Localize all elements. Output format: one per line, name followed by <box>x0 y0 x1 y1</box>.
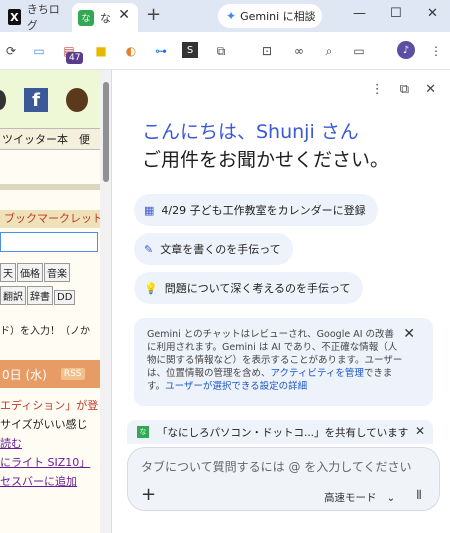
calendar-plus-icon: ▦ <box>144 203 155 217</box>
article-link[interactable]: にライト SIZ10」 <box>0 453 98 472</box>
tab-strip: X きちログ な な ✕ + ✦ Gemini に相談 — ☐ ✕ <box>0 0 450 32</box>
extension-tab-icon[interactable]: ▭ <box>30 42 48 60</box>
window-close-icon[interactable]: ✕ <box>427 6 438 21</box>
greeting-title: こんにちは、Shunji さん <box>142 121 359 143</box>
greeting-subtitle: ご用件をお聞かせください。 <box>142 149 390 171</box>
date-text: 0日 (水) <box>2 367 47 382</box>
article-line[interactable]: エディション」が登 <box>0 396 98 415</box>
tab-kichilog[interactable]: X きちログ <box>4 3 62 32</box>
more-options-icon[interactable]: ⋮ <box>371 82 384 97</box>
minimize-icon[interactable]: — <box>353 6 366 21</box>
gemini-button[interactable]: ✦ Gemini に相談 <box>218 4 322 28</box>
pen-sparkle-icon: ✎ <box>144 242 154 256</box>
rss-button[interactable]: RSS <box>60 368 85 380</box>
close-panel-icon[interactable]: ✕ <box>425 82 436 97</box>
tab-label: な <box>100 11 111 25</box>
article-lines: エディション」が登 サイズがいい感じ 読む にライト SIZ10」 セスバーに追… <box>0 396 98 491</box>
scrollbar-thumb[interactable] <box>103 82 109 182</box>
site-nav[interactable]: ツイッター本 便 <box>0 128 100 150</box>
tab-active[interactable]: な な ✕ <box>72 3 138 32</box>
page-scrollbar[interactable] <box>100 70 111 533</box>
chip-label: 文章を書くのを手伝って <box>160 243 281 256</box>
suggestion-chip-thinking[interactable]: 💡 問題について深く考えるのを手伝って <box>134 272 363 304</box>
extension-blue-icon[interactable]: ⊶ <box>152 42 170 60</box>
prompt-input[interactable]: タブについて質問するには @ を入力してください <box>141 458 412 475</box>
chip-label: 問題について深く考えるのを手伝って <box>164 282 351 295</box>
site-favicon-icon: な <box>137 426 149 438</box>
voice-input-icon[interactable]: ⦀ <box>408 484 430 506</box>
activity-link[interactable]: アクティビティを管理 <box>271 368 364 379</box>
search-button[interactable]: 天 <box>0 263 16 282</box>
hint-text: ド）を入力！（ノか <box>0 326 90 337</box>
screenshot-icon[interactable]: ⊡ <box>258 42 276 60</box>
extensions-puzzle-icon[interactable]: ⧉ <box>212 42 230 60</box>
suggestion-chip-writing[interactable]: ✎ 文章を書くのを手伝って <box>134 233 293 265</box>
suggestion-chip-calendar[interactable]: ▦ 4/29 子ども工作教室をカレンダーに登録 <box>134 194 378 226</box>
article-line: サイズがいい感じ <box>0 418 88 431</box>
article-link[interactable]: セスバーに追加 <box>0 472 98 491</box>
gemini-button-label: Gemini に相談 <box>240 10 316 23</box>
close-tab-icon[interactable]: ✕ <box>118 7 130 23</box>
panel-header: ⋮ ⧉ ✕ <box>371 82 436 97</box>
social-icons-bar: f <box>0 70 100 128</box>
maximize-icon[interactable]: ☐ <box>390 6 402 21</box>
site-favicon-icon: な <box>78 9 94 26</box>
privacy-notice: Gemini とのチャットはレビューされ、Google AI の改善に利用されま… <box>134 318 433 406</box>
read-more-link[interactable]: 読む <box>0 434 98 453</box>
extension-note-icon[interactable]: ■ <box>92 42 110 60</box>
link-icon[interactable]: ∞ <box>290 42 308 60</box>
gemini-panel: ⋮ ⧉ ✕ こんにちは、Shunji さん ご用件をお聞かせください。 ▦ 4/… <box>113 70 450 533</box>
chevron-down-icon: ⌄ <box>379 492 396 504</box>
tab-label: きちログ <box>26 3 60 32</box>
sharing-tab-bar: な 「なにしろパソコン・ドットコ...」を共有しています ✕ <box>127 420 433 444</box>
reload-icon[interactable]: ⟳ <box>2 42 20 60</box>
search-button[interactable]: 辞書 <box>27 286 53 305</box>
search-button[interactable]: 翻訳 <box>0 286 26 305</box>
lightbulb-icon: 💡 <box>144 281 158 295</box>
extension-s-icon[interactable]: S <box>182 42 198 58</box>
date-header: 0日 (水) RSS <box>0 360 100 388</box>
popout-icon[interactable]: ⧉ <box>400 82 409 97</box>
cast-icon[interactable]: ▭ <box>350 42 368 60</box>
new-tab-button[interactable]: + <box>146 4 161 25</box>
extension-orange-icon[interactable]: ◐ <box>122 42 140 60</box>
bookmarklet-link[interactable]: ブックマークレット > <box>0 210 111 228</box>
search-page-icon[interactable]: ⌕ <box>320 42 338 60</box>
avatar[interactable]: ♪ <box>397 41 415 59</box>
sharing-text: 「なにしろパソコン・ドットコ...」を共有しています <box>157 426 409 439</box>
divider <box>0 184 100 190</box>
menu-more-icon[interactable]: ⋮ <box>427 42 445 60</box>
prompt-box: タブについて質問するには @ を入力してください + 高速モード ⌄ ⦀ <box>127 447 440 511</box>
x-icon: X <box>8 9 21 25</box>
extension-badge: 47 <box>66 52 84 64</box>
search-buttons: 天価格 音楽 翻訳 辞書 DD <box>0 263 100 309</box>
dark-round-icon[interactable] <box>0 90 6 110</box>
search-button[interactable]: DD <box>54 290 76 305</box>
mode-label: 高速モード <box>324 492 377 504</box>
site-search-input[interactable] <box>0 232 98 252</box>
browser-toolbar: ⟳ ▭ ▤ 47 ■ ◐ ⊶ S ⧉ ⊡ ∞ ⌕ ▭ ⋮ <box>0 32 450 70</box>
gemini-spark-icon: ✦ <box>226 9 237 23</box>
dismiss-notice-icon[interactable]: ✕ <box>403 327 415 341</box>
chip-label: 4/29 子ども工作教室をカレンダーに登録 <box>161 204 366 217</box>
web-page: f ツイッター本 便 ブックマークレット > 天価格 音楽 翻訳 辞書 DD ド）を入… <box>0 70 112 533</box>
settings-details-link[interactable]: ユーザーが選択できる設定の詳細 <box>165 381 307 392</box>
add-attachment-button[interactable]: + <box>141 484 156 505</box>
search-button[interactable]: 価格 <box>17 263 43 282</box>
stop-sharing-icon[interactable]: ✕ <box>415 424 425 438</box>
mode-selector[interactable]: 高速モード ⌄ <box>324 490 395 505</box>
search-button[interactable]: 音楽 <box>44 263 70 282</box>
facebook-icon[interactable]: f <box>24 88 48 112</box>
coffee-bean-icon[interactable] <box>66 88 88 112</box>
